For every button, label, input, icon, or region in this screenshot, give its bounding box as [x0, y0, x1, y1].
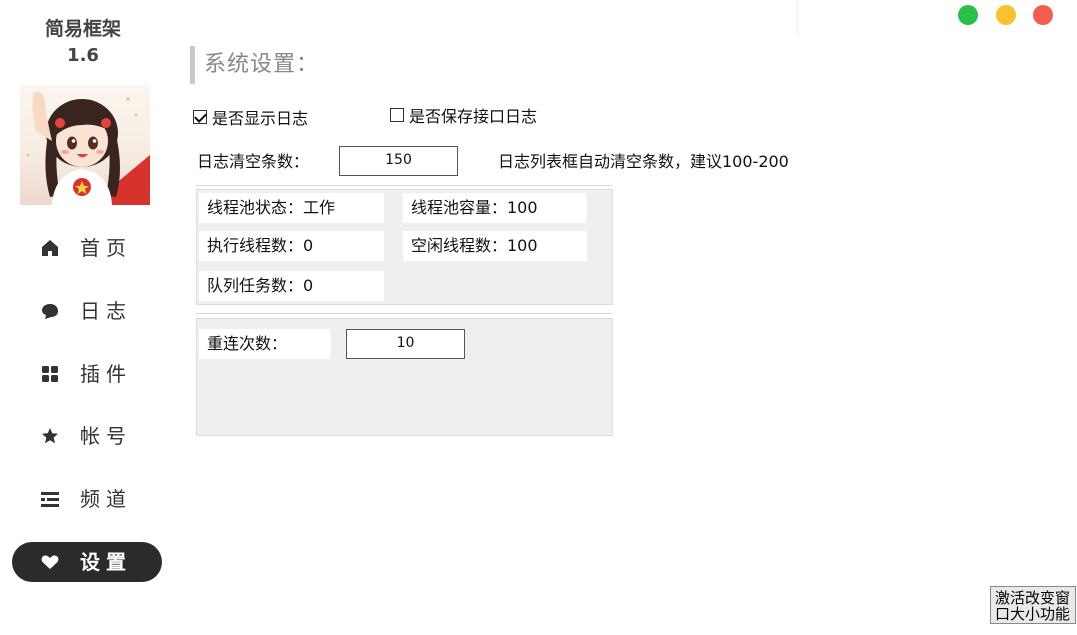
show-log-checkbox[interactable]: 是否显示日志 — [193, 105, 308, 129]
thread-running-count: 执行线程数：0 — [199, 231, 384, 261]
app-title: 简易框架 — [44, 18, 121, 40]
sidebar-item-settings[interactable]: 设置 — [12, 542, 162, 582]
sidebar-item-log[interactable]: 日志 — [12, 291, 162, 331]
sidebar-item-channels[interactable]: 频道 — [12, 479, 162, 519]
thread-pool-status: 线程池状态：工作 — [199, 193, 384, 223]
sidebar-item-label: 频道 — [80, 487, 132, 511]
app-window: 简易框架 1.6 首页 日志 插件 帐号 频道 设置 系统设置： 是否显示日志 … — [0, 0, 1077, 635]
sidebar-item-label: 帐号 — [80, 424, 132, 448]
save-api-log-checkbox[interactable]: 是否保存接口日志 — [390, 103, 537, 127]
checkbox-checked-icon — [193, 110, 207, 124]
window-minimize-button[interactable] — [996, 5, 1016, 25]
sidebar-item-label: 设置 — [80, 550, 132, 574]
chat-bubble-icon — [40, 301, 60, 321]
sidebar-item-label: 日志 — [80, 299, 132, 323]
thread-pool-capacity: 线程池容量：100 — [403, 193, 587, 223]
thread-pool-panel: 线程池状态：工作 线程池容量：100 执行线程数：0 空闲线程数：100 队列任… — [196, 189, 613, 305]
window-close-button[interactable] — [1033, 5, 1053, 25]
home-icon — [40, 238, 60, 258]
page-title: 系统设置： — [190, 46, 319, 84]
sidebar-item-home[interactable]: 首页 — [12, 228, 162, 268]
thread-idle-count: 空闲线程数：100 — [403, 231, 587, 261]
resize-window-button[interactable]: 激活改变窗口大小功能 — [990, 586, 1076, 624]
save-api-log-label: 是否保存接口日志 — [409, 107, 538, 126]
log-clear-count-input[interactable]: 150 — [339, 146, 458, 176]
queue-task-count: 队列任务数：0 — [199, 271, 384, 301]
star-icon — [40, 426, 60, 446]
sidebar-item-label: 首页 — [80, 236, 132, 260]
reconnect-label: 重连次数： — [199, 329, 331, 359]
window-green-button[interactable] — [958, 5, 978, 25]
list-icon — [40, 489, 60, 509]
sidebar-item-plugins[interactable]: 插件 — [12, 354, 162, 394]
log-clear-count-label: 日志清空条数： — [197, 152, 310, 171]
sidebar: 简易框架 1.6 首页 日志 插件 帐号 频道 设置 — [0, 0, 170, 635]
sidebar-item-label: 插件 — [80, 362, 132, 386]
heart-icon — [40, 552, 60, 572]
sidebar-item-accounts[interactable]: 帐号 — [12, 416, 162, 456]
log-clear-count-hint: 日志列表框自动清空条数，建议100-200 — [498, 152, 789, 171]
titlebar-divider — [797, 0, 798, 36]
app-version: 1.6 — [67, 45, 99, 66]
avatar — [20, 85, 150, 205]
panel-divider — [196, 185, 612, 186]
panel-divider — [196, 313, 612, 314]
reconnect-count-input[interactable]: 10 — [346, 329, 465, 359]
show-log-label: 是否显示日志 — [212, 109, 309, 128]
grid-icon — [40, 364, 60, 384]
checkbox-unchecked-icon — [390, 108, 404, 122]
